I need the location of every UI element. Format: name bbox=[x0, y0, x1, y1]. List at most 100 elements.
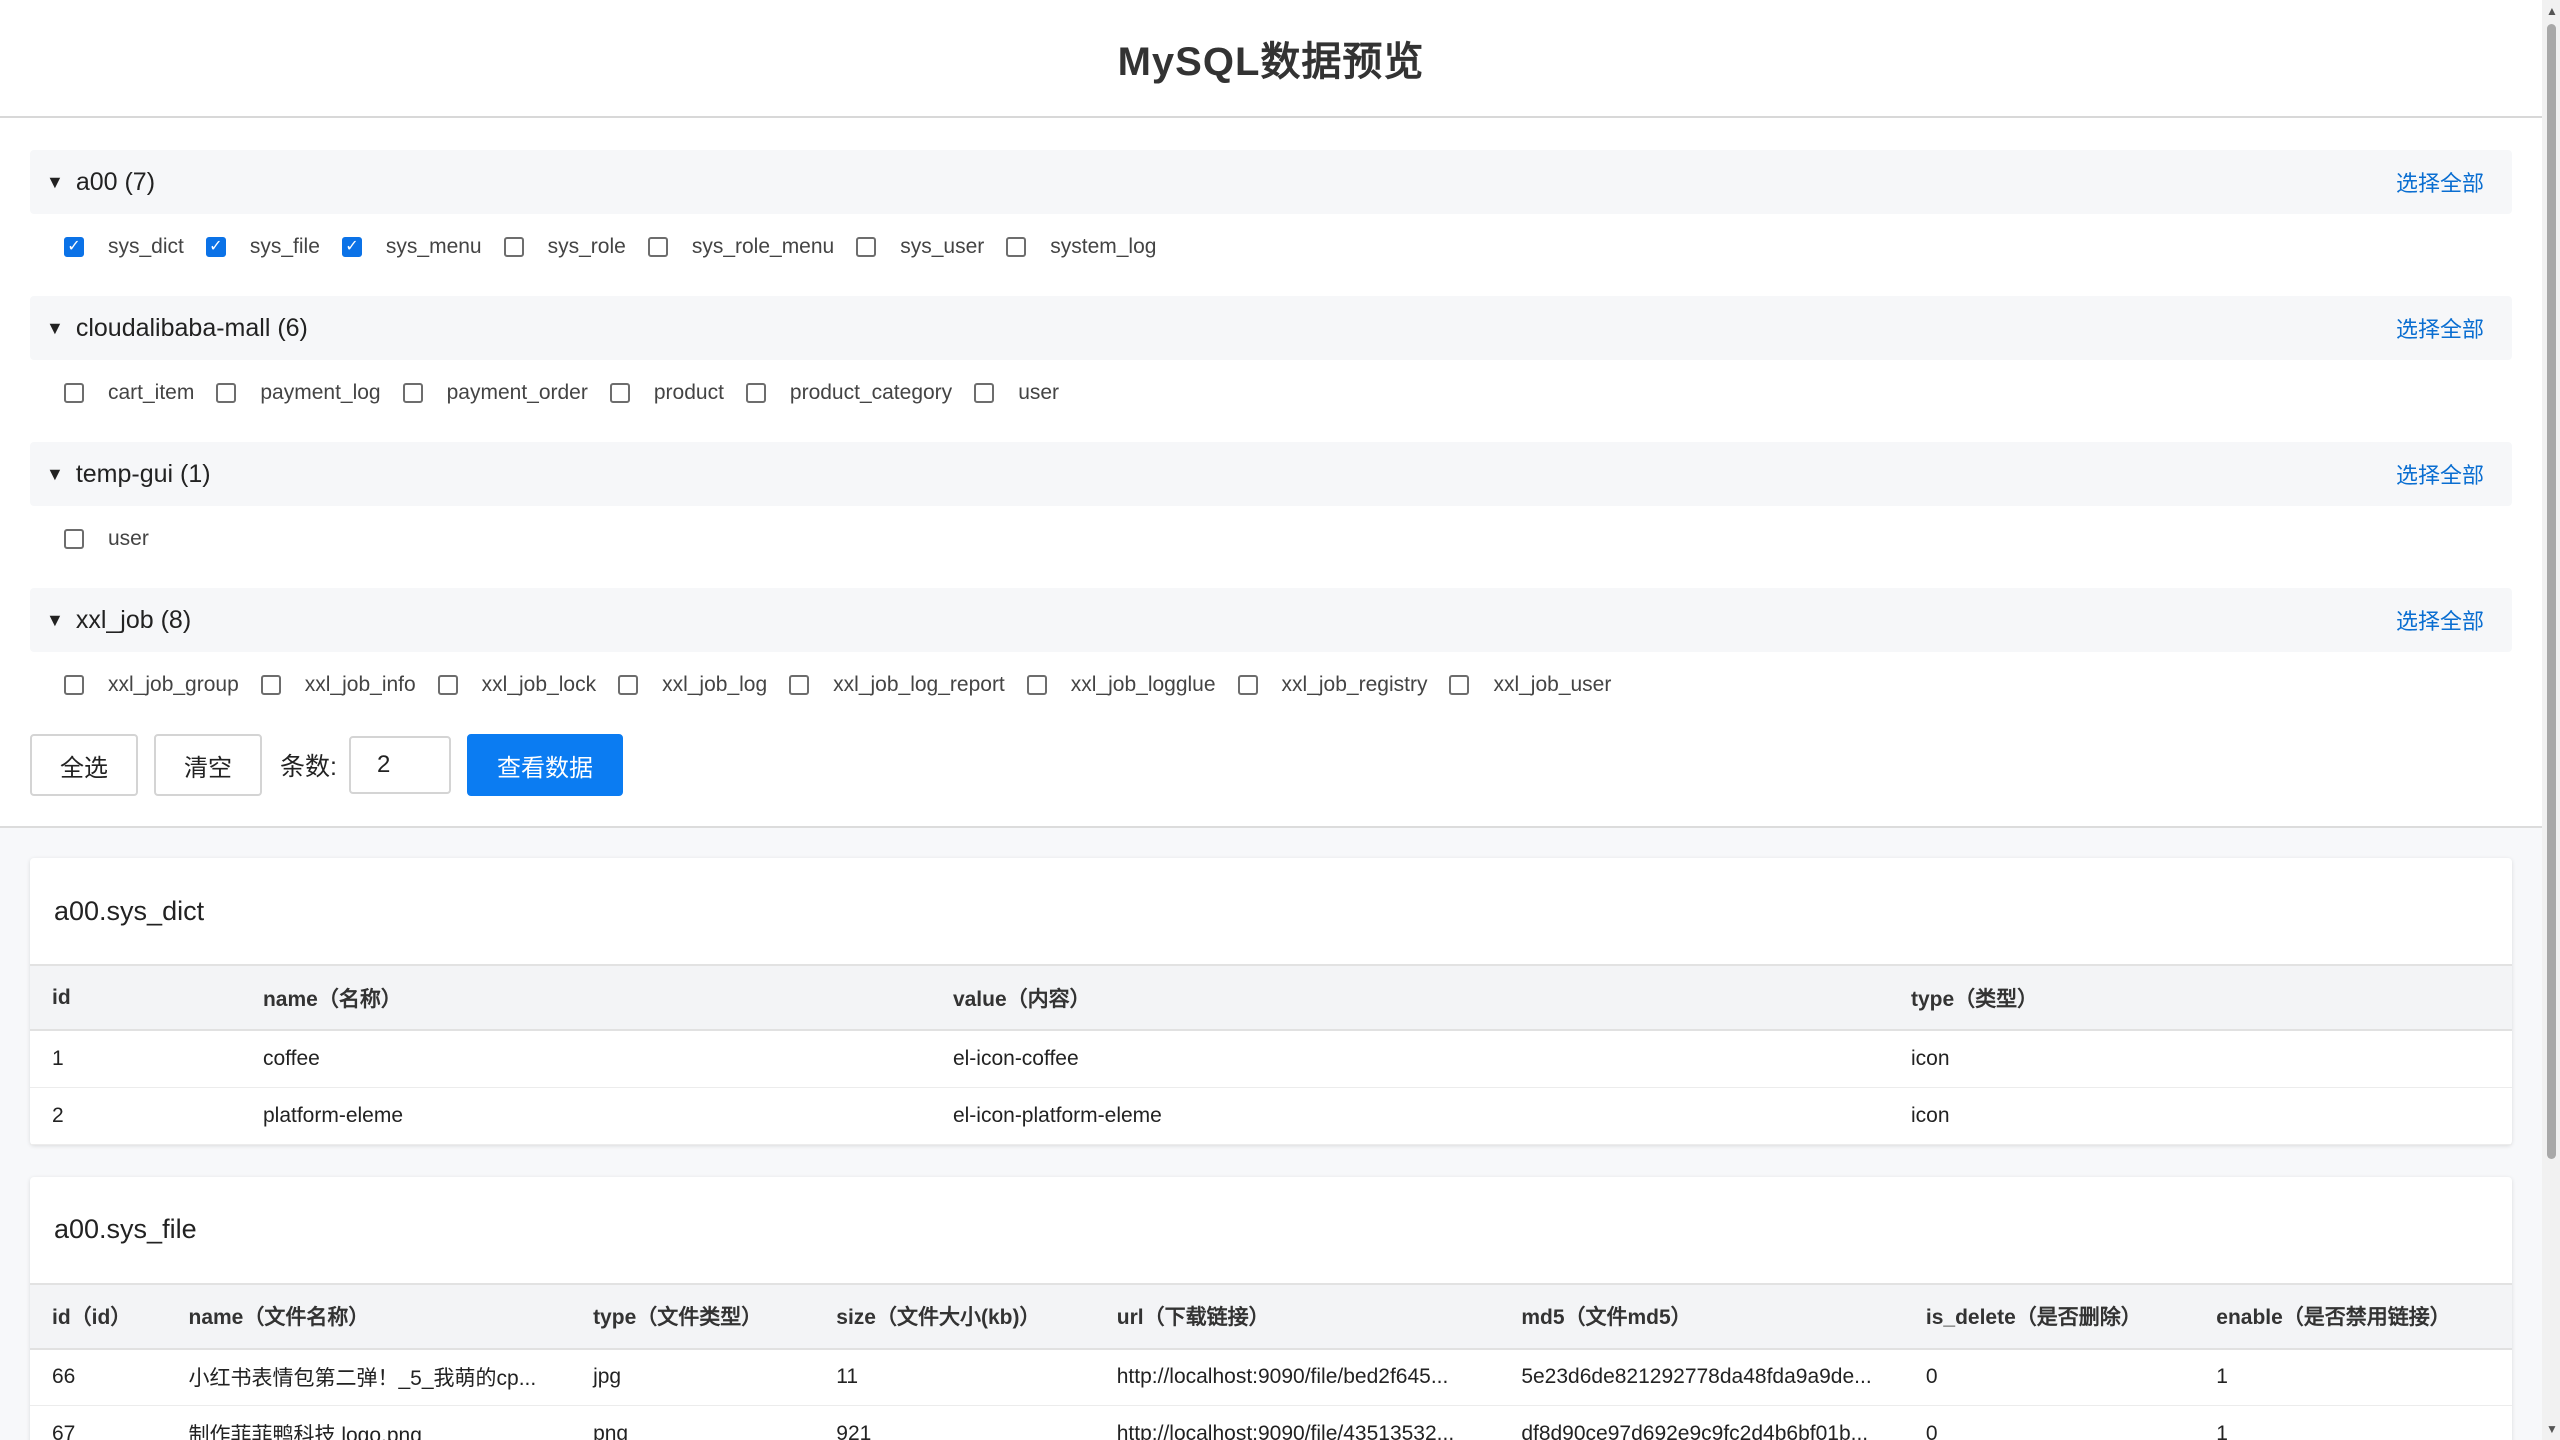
checkbox-unchecked-icon[interactable] bbox=[503, 237, 524, 257]
page: MySQL数据预览 ▼a00 (7)选择全部sys_dictsys_filesy… bbox=[0, 0, 2542, 1440]
column-header: size（文件大小(kb)） bbox=[814, 1284, 1095, 1350]
page-title: MySQL数据预览 bbox=[1117, 40, 1425, 84]
checkbox-unchecked-icon[interactable] bbox=[609, 383, 630, 403]
database-groups: ▼a00 (7)选择全部sys_dictsys_filesys_menusys_… bbox=[30, 150, 2512, 718]
checkbox-unchecked-icon[interactable] bbox=[1449, 675, 1470, 695]
checkbox-unchecked-icon[interactable] bbox=[216, 383, 237, 403]
clear-button[interactable]: 清空 bbox=[154, 734, 262, 796]
checkbox-checked-icon[interactable] bbox=[64, 237, 84, 257]
checkbox-unchecked-icon[interactable] bbox=[647, 237, 668, 257]
result-table: id name（名称） value（内容） type（类型） 1 coffee el-ico… bbox=[30, 966, 2512, 1145]
checkbox-unchecked-icon[interactable] bbox=[1006, 237, 1027, 257]
expand-triangle-icon: ▼ bbox=[46, 609, 64, 630]
table-checkbox-item[interactable]: xxl_job_lock bbox=[437, 673, 596, 697]
group-toggle[interactable]: ▼ cloudalibaba-mall (6) bbox=[46, 314, 308, 343]
group-title: cloudalibaba-mall (6) bbox=[75, 313, 308, 342]
group-select-all-link[interactable]: 选择全部 bbox=[2396, 312, 2484, 344]
checkbox-unchecked-icon[interactable] bbox=[1026, 675, 1047, 695]
table-checkbox-list: sys_dict sys_file sys_menu sys_role sys_role… bbox=[30, 214, 2512, 280]
table-checkbox-label: xxl_job_user bbox=[1493, 673, 1612, 696]
column-header: is_delete（是否删除） bbox=[1903, 1284, 2195, 1350]
table-checkbox-item[interactable]: xxl_job_user bbox=[1449, 673, 1611, 697]
table-cell: 921 bbox=[814, 1405, 1095, 1440]
checkbox-unchecked-icon[interactable] bbox=[260, 675, 281, 695]
table-cell: 0 bbox=[1903, 1348, 2195, 1406]
table-checkbox-item[interactable]: product_category bbox=[745, 381, 953, 405]
table-checkbox-label: xxl_job_registry bbox=[1281, 673, 1428, 696]
table-checkbox-item[interactable]: xxl_job_group bbox=[64, 673, 239, 697]
table-cell: http://localhost:9090/file/bed2f645... bbox=[1094, 1348, 1500, 1406]
table-checkbox-item[interactable]: sys_role bbox=[503, 235, 626, 259]
database-group: ▼ cloudalibaba-mall (6) 选择全部 cart_item payme… bbox=[30, 296, 2512, 426]
column-header: name（名称） bbox=[240, 966, 931, 1031]
result-card: a00.sys_file id（id） name（文件名称） type（文件类型） si… bbox=[30, 1176, 2512, 1440]
table-checkbox-item[interactable]: sys_dict bbox=[64, 235, 184, 259]
expand-triangle-icon: ▼ bbox=[46, 463, 64, 484]
table-checkbox-item[interactable]: xxl_job_info bbox=[260, 673, 416, 697]
checkbox-checked-icon[interactable] bbox=[341, 237, 362, 257]
expand-triangle-icon: ▼ bbox=[46, 317, 64, 338]
table-checkbox-label: cart_item bbox=[108, 381, 195, 404]
table-checkbox-label: xxl_job_log bbox=[662, 673, 768, 696]
table-checkbox-item[interactable]: xxl_job_log bbox=[618, 673, 767, 697]
table-checkbox-label: xxl_job_info bbox=[304, 673, 416, 696]
table-checkbox-item[interactable]: xxl_job_registry bbox=[1237, 673, 1428, 697]
table-checkbox-label: user bbox=[108, 527, 149, 550]
table-cell: 0 bbox=[1903, 1405, 2195, 1440]
database-group: ▼ temp-gui (1) 选择全部 user bbox=[30, 442, 2512, 572]
table-checkbox-item[interactable]: sys_menu bbox=[341, 235, 482, 259]
table-checkbox-item[interactable]: sys_role_menu bbox=[647, 235, 834, 259]
table-checkbox-item[interactable]: user bbox=[64, 527, 149, 551]
checkbox-unchecked-icon[interactable] bbox=[64, 529, 84, 549]
group-select-all-link[interactable]: 选择全部 bbox=[2396, 458, 2484, 490]
table-selector: ▼a00 (7)选择全部sys_dictsys_filesys_menusys_… bbox=[0, 118, 2542, 828]
table-checkbox-item[interactable]: sys_user bbox=[856, 235, 984, 259]
checkbox-unchecked-icon[interactable] bbox=[856, 237, 877, 257]
checkbox-checked-icon[interactable] bbox=[205, 237, 226, 257]
result-table-title: a00.sys_dict bbox=[30, 858, 2512, 966]
table-checkbox-item[interactable]: payment_log bbox=[216, 381, 381, 405]
table-checkbox-label: product_category bbox=[789, 381, 953, 404]
checkbox-unchecked-icon[interactable] bbox=[789, 675, 810, 695]
scroll-thumb[interactable] bbox=[2547, 24, 2556, 1159]
checkbox-unchecked-icon[interactable] bbox=[1237, 675, 1258, 695]
table-checkbox-item[interactable]: cart_item bbox=[64, 381, 194, 405]
results-area: a00.sys_dict id name（名称） value（内容） type（类型） 1… bbox=[0, 828, 2542, 1440]
count-input[interactable] bbox=[348, 736, 451, 794]
table-checkbox-item[interactable]: system_log bbox=[1006, 235, 1156, 259]
group-toggle[interactable]: ▼ a00 (7) bbox=[46, 168, 155, 197]
table-checkbox-item[interactable]: user bbox=[974, 381, 1059, 405]
count-label: 条数: bbox=[280, 753, 337, 781]
checkbox-unchecked-icon[interactable] bbox=[974, 383, 995, 403]
group-toggle[interactable]: ▼ xxl_job (8) bbox=[46, 606, 191, 635]
table-checkbox-item[interactable]: sys_file bbox=[205, 235, 320, 259]
checkbox-unchecked-icon[interactable] bbox=[64, 383, 84, 403]
checkbox-unchecked-icon[interactable] bbox=[745, 383, 766, 403]
table-checkbox-item[interactable]: payment_order bbox=[402, 381, 588, 405]
select-all-button[interactable]: 全选 bbox=[30, 734, 138, 796]
checkbox-unchecked-icon[interactable] bbox=[402, 383, 423, 403]
table-checkbox-label: payment_order bbox=[446, 381, 588, 404]
checkbox-unchecked-icon[interactable] bbox=[618, 675, 639, 695]
table-checkbox-label: sys_file bbox=[249, 235, 320, 258]
checkbox-unchecked-icon[interactable] bbox=[437, 675, 458, 695]
scroll-up-arrow-icon[interactable]: ▲ bbox=[2546, 4, 2558, 18]
checkbox-unchecked-icon[interactable] bbox=[64, 675, 84, 695]
group-title: temp-gui (1) bbox=[75, 459, 211, 488]
table-checkbox-item[interactable]: xxl_job_logglue bbox=[1026, 673, 1216, 697]
group-select-all-link[interactable]: 选择全部 bbox=[2396, 166, 2484, 198]
table-cell: 66 bbox=[30, 1348, 167, 1406]
table-row: 1 coffee el-icon-coffee icon bbox=[30, 1030, 2512, 1088]
table-cell: png bbox=[571, 1405, 815, 1440]
scroll-down-arrow-icon[interactable]: ▼ bbox=[2546, 1422, 2558, 1436]
view-data-button[interactable]: 查看数据 bbox=[466, 734, 623, 796]
table-checkbox-label: sys_menu bbox=[385, 235, 482, 258]
expand-triangle-icon: ▼ bbox=[46, 171, 64, 192]
table-checkbox-list: cart_item payment_log payment_order product… bbox=[30, 360, 2512, 426]
table-cell: icon bbox=[1889, 1087, 2512, 1145]
vertical-scrollbar[interactable]: ▲ ▼ bbox=[2542, 0, 2560, 1440]
group-toggle[interactable]: ▼ temp-gui (1) bbox=[46, 460, 211, 489]
group-select-all-link[interactable]: 选择全部 bbox=[2396, 604, 2484, 636]
table-checkbox-item[interactable]: xxl_job_log_report bbox=[789, 673, 1005, 697]
table-checkbox-item[interactable]: product bbox=[609, 381, 724, 405]
